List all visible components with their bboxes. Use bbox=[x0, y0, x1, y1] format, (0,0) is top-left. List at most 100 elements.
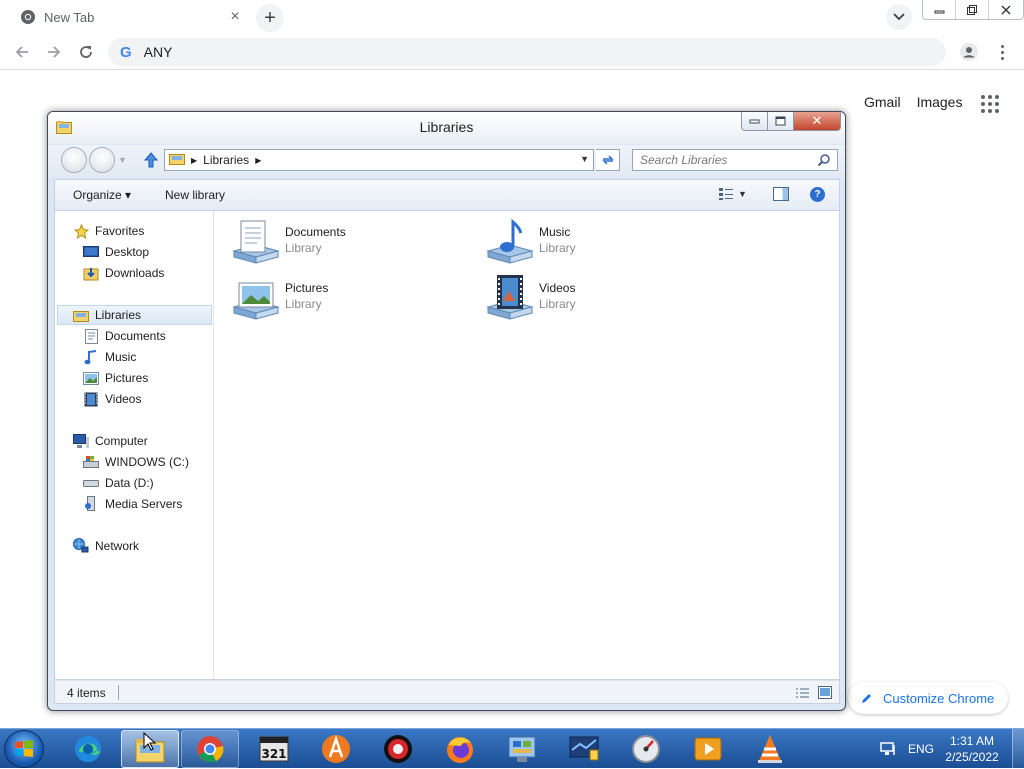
browser-menu-button[interactable] bbox=[990, 40, 1014, 64]
taskbar-control-panel[interactable] bbox=[493, 730, 551, 768]
nav-network[interactable]: Network bbox=[73, 536, 139, 556]
browser-minimize-button[interactable] bbox=[923, 0, 956, 19]
taskbar-firefox[interactable] bbox=[431, 730, 489, 768]
explorer-titlebar[interactable]: Libraries ✕ bbox=[48, 112, 845, 144]
search-placeholder: Search Libraries bbox=[640, 153, 728, 167]
nav-downloads[interactable]: Downloads bbox=[83, 263, 164, 283]
address-dropdown-icon[interactable]: ▼ bbox=[580, 154, 589, 164]
gmail-link[interactable]: Gmail bbox=[864, 94, 901, 110]
minimize-icon bbox=[749, 119, 760, 124]
library-item-pictures[interactable]: Pictures Library bbox=[231, 273, 461, 325]
taskbar-presentation-player[interactable] bbox=[679, 730, 737, 768]
nav-documents[interactable]: Documents bbox=[83, 326, 166, 346]
clock[interactable]: 1:31 AM 2/25/2022 bbox=[942, 733, 1002, 765]
details-view-icon[interactable] bbox=[795, 687, 810, 699]
organize-button[interactable]: Organize ▾ bbox=[73, 188, 131, 202]
taskbar-vlc[interactable] bbox=[741, 730, 799, 768]
nav-music[interactable]: Music bbox=[83, 347, 136, 367]
help-icon[interactable]: ? bbox=[810, 187, 825, 202]
nav-media-servers[interactable]: Media Servers bbox=[83, 494, 182, 514]
omnibox[interactable]: G ANY bbox=[108, 38, 946, 66]
menu-dot bbox=[1000, 50, 1004, 54]
downloads-folder-icon bbox=[83, 265, 99, 281]
nav-libraries[interactable]: Libraries bbox=[57, 305, 212, 325]
explorer-close-button[interactable]: ✕ bbox=[794, 112, 841, 131]
media-player-classic-icon: 321 bbox=[259, 736, 289, 762]
explorer-maximize-button[interactable] bbox=[768, 112, 794, 131]
browser-close-button[interactable] bbox=[989, 0, 1023, 19]
nav-label: Libraries bbox=[95, 308, 142, 322]
library-name: Documents bbox=[285, 225, 346, 239]
taskbar-speedometer[interactable] bbox=[617, 730, 675, 768]
nav-computer[interactable]: Computer bbox=[73, 431, 148, 451]
explorer-address-bar[interactable]: ▶ Libraries ▶ ▼ bbox=[164, 149, 594, 171]
change-view-button[interactable]: ▼ bbox=[718, 187, 747, 201]
system-tray: ENG 1:31 AM 2/25/2022 bbox=[876, 729, 1024, 769]
arrow-right-icon bbox=[48, 46, 61, 58]
new-library-button[interactable]: New library bbox=[165, 188, 225, 202]
library-item-music[interactable]: Music Library bbox=[485, 217, 715, 269]
nav-videos[interactable]: Videos bbox=[83, 389, 141, 409]
explorer-refresh-button[interactable] bbox=[596, 149, 620, 171]
documents-icon bbox=[83, 328, 99, 344]
library-item-documents[interactable]: Documents Library bbox=[231, 217, 461, 269]
forward-button[interactable] bbox=[40, 38, 68, 66]
browser-restore-button[interactable] bbox=[956, 0, 989, 19]
nav-favorites[interactable]: Favorites bbox=[73, 221, 144, 241]
taskbar-edge[interactable] bbox=[59, 730, 117, 768]
preview-pane-icon[interactable] bbox=[773, 187, 789, 201]
nav-label: Favorites bbox=[95, 224, 145, 238]
explorer-back-button[interactable] bbox=[61, 147, 87, 173]
google-apps-icon[interactable] bbox=[981, 95, 999, 113]
videos-library-icon bbox=[486, 275, 534, 320]
breadcrumb-arrow-icon[interactable]: ▶ bbox=[191, 156, 197, 165]
up-arrow-icon[interactable] bbox=[143, 152, 159, 173]
nav-label: Computer bbox=[95, 434, 148, 448]
explorer-minimize-button[interactable] bbox=[741, 112, 768, 131]
nav-drive-d[interactable]: Data (D:) bbox=[83, 473, 154, 493]
music-icon bbox=[83, 349, 99, 365]
taskbar-chrome[interactable] bbox=[181, 730, 239, 768]
history-buttons: ▼ bbox=[61, 147, 127, 173]
profile-avatar-icon bbox=[960, 43, 978, 61]
library-item-videos[interactable]: Videos Library bbox=[485, 273, 715, 325]
view-dropdown-icon[interactable]: ▼ bbox=[738, 189, 747, 199]
recent-pages-icon[interactable]: ▼ bbox=[118, 155, 127, 165]
show-desktop-button[interactable] bbox=[1012, 729, 1024, 769]
large-icons-view-icon[interactable] bbox=[818, 686, 832, 699]
nav-label: WINDOWS (C:) bbox=[105, 455, 189, 469]
taskbar-aimp[interactable] bbox=[307, 730, 365, 768]
tab-search-button[interactable] bbox=[886, 4, 912, 30]
nav-label: Videos bbox=[105, 392, 142, 406]
browser-tab[interactable]: New Tab × bbox=[8, 2, 248, 32]
taskbar-screen-recorder[interactable] bbox=[369, 730, 427, 768]
customize-chrome-button[interactable]: Customize Chrome bbox=[848, 682, 1008, 714]
omnibox-text[interactable]: ANY bbox=[144, 44, 173, 60]
nav-desktop[interactable]: Desktop bbox=[83, 242, 149, 262]
reload-button[interactable] bbox=[72, 38, 100, 66]
explorer-window-controls: ✕ bbox=[741, 112, 841, 131]
nav-pictures[interactable]: Pictures bbox=[83, 368, 148, 388]
taskbar-system-config[interactable] bbox=[555, 730, 613, 768]
profile-button[interactable] bbox=[956, 40, 982, 64]
clock-date: 2/25/2022 bbox=[945, 750, 999, 764]
breadcrumb-libraries[interactable]: Libraries bbox=[203, 153, 249, 167]
pictures-icon bbox=[83, 370, 99, 386]
new-tab-button[interactable]: + bbox=[256, 4, 284, 32]
taskbar-media-player-classic[interactable]: 321 bbox=[245, 730, 303, 768]
nav-drive-c[interactable]: WINDOWS (C:) bbox=[83, 452, 189, 472]
explorer-window: Libraries ✕ ▼ ▶ Libraries ▶ ▼ Search Lib… bbox=[47, 111, 846, 711]
edge-icon bbox=[75, 736, 101, 762]
back-button[interactable] bbox=[8, 38, 36, 66]
images-link[interactable]: Images bbox=[917, 94, 963, 110]
menu-dot bbox=[1000, 56, 1004, 60]
breadcrumb-arrow-icon[interactable]: ▶ bbox=[255, 156, 261, 165]
tab-close-icon[interactable]: × bbox=[226, 8, 244, 26]
explorer-forward-button[interactable] bbox=[89, 147, 115, 173]
language-indicator[interactable]: ENG bbox=[908, 742, 934, 756]
network-status-icon[interactable] bbox=[880, 741, 898, 757]
aimp-icon bbox=[322, 735, 350, 763]
start-button[interactable] bbox=[4, 730, 44, 768]
explorer-search-input[interactable]: Search Libraries bbox=[632, 149, 838, 171]
music-library-icon bbox=[486, 218, 534, 264]
